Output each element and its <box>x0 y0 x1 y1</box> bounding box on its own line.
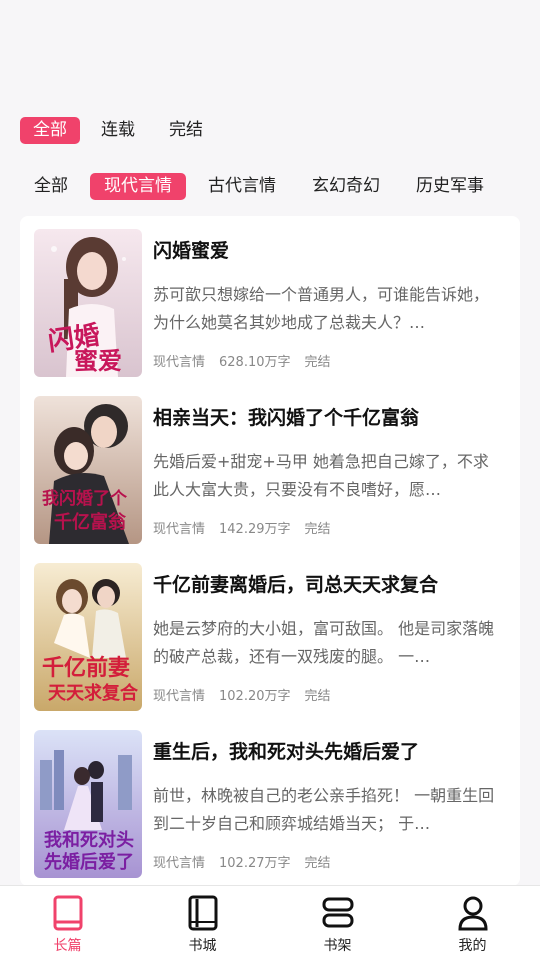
book-item[interactable]: 我闪婚了个 千亿富翁 相亲当天：我闪婚了个千亿富翁 先婚后爱+甜宠+马甲 她着急… <box>20 383 520 549</box>
book-genre: 现代言情 <box>153 522 206 537</box>
book-status: 完结 <box>304 522 331 537</box>
svg-text:蜜爱: 蜜爱 <box>74 346 122 375</box>
svg-text:天天求复合: 天天求复合 <box>48 682 139 704</box>
book-title[interactable]: 闪婚蜜爱 <box>153 238 502 264</box>
book-cover[interactable]: 我和死对头 先婚后爱了 <box>34 730 142 878</box>
svg-text:我闪婚了个: 我闪婚了个 <box>42 488 128 509</box>
book-word-count: 102.20万字 <box>219 689 291 704</box>
genre-tab-ancient-romance[interactable]: 古代言情 <box>194 173 290 200</box>
book-cover[interactable]: 千亿前妻 天天求复合 <box>34 563 142 711</box>
book-item[interactable]: 千亿前妻 天天求复合 千亿前妻离婚后，司总天天求复合 她是云梦府的大小姐，富可敌… <box>20 550 520 716</box>
bottom-tab-bar: 长篇 书城 书架 我的 <box>0 885 540 957</box>
tab-label: 书城 <box>188 938 217 954</box>
book-status: 完结 <box>304 856 331 871</box>
book-title[interactable]: 相亲当天：我闪婚了个千亿富翁 <box>153 405 502 431</box>
tab-profile[interactable]: 我的 <box>405 886 540 957</box>
tab-long-novels[interactable]: 长篇 <box>0 886 135 957</box>
book-cover-image: 千亿前妻 天天求复合 <box>34 563 142 711</box>
book-description: 苏可歆只想嫁给一个普通男人，可谁能告诉她，为什么她莫名其妙地成了总裁夫人？… <box>153 285 490 332</box>
genre-tab-all[interactable]: 全部 <box>20 173 82 200</box>
status-tab-all[interactable]: 全部 <box>20 117 80 144</box>
genre-tab-fantasy[interactable]: 玄幻奇幻 <box>298 173 394 200</box>
book-cover[interactable]: 闪婚 蜜爱 <box>34 229 142 377</box>
book-item[interactable]: 闪婚 蜜爱 闪婚蜜爱 苏可歆只想嫁给一个普通男人，可谁能告诉她，为什么她莫名其妙… <box>20 216 520 382</box>
book-title[interactable]: 重生后，我和死对头先婚后爱了 <box>153 739 502 765</box>
svg-text:千亿前妻: 千亿前妻 <box>42 655 130 681</box>
svg-text:千亿富翁: 千亿富翁 <box>54 511 127 533</box>
book-description: 前世，林晚被自己的老公亲手掐死！ 一朝重生回到二十岁自己和顾弈城结婚当天； 于… <box>153 786 495 833</box>
tab-bookshelf[interactable]: 书架 <box>270 886 405 957</box>
book-word-count: 628.10万字 <box>219 355 291 370</box>
svg-text:先婚后爱了: 先婚后爱了 <box>44 851 134 873</box>
genre-tab-modern-romance[interactable]: 现代言情 <box>90 173 186 200</box>
library-icon <box>186 894 220 932</box>
book-word-count: 142.29万字 <box>219 522 291 537</box>
status-tab-completed[interactable]: 完结 <box>156 117 216 144</box>
tab-label: 书架 <box>323 938 352 954</box>
book-genre: 现代言情 <box>153 355 206 370</box>
book-status: 完结 <box>304 689 331 704</box>
book-item[interactable]: 我和死对头 先婚后爱了 重生后，我和死对头先婚后爱了 前世，林晚被自己的老公亲手… <box>20 717 520 883</box>
svg-text:我和死对头: 我和死对头 <box>44 829 134 851</box>
book-meta: 现代言情 102.20万字 完结 <box>153 685 502 704</box>
book-title[interactable]: 千亿前妻离婚后，司总天天求复合 <box>153 572 502 598</box>
status-tab-serializing[interactable]: 连载 <box>88 117 148 144</box>
book-icon <box>51 894 85 932</box>
genre-filter: 全部 现代言情 古代言情 玄幻奇幻 历史军事 <box>20 173 520 200</box>
book-cover-image: 我闪婚了个 千亿富翁 <box>34 396 142 544</box>
tab-label: 长篇 <box>53 938 82 954</box>
book-genre: 现代言情 <box>153 856 206 871</box>
status-filter: 全部 连载 完结 <box>20 117 224 144</box>
tab-label: 我的 <box>458 938 487 954</box>
book-status: 完结 <box>304 355 331 370</box>
book-list: 闪婚 蜜爱 闪婚蜜爱 苏可歆只想嫁给一个普通男人，可谁能告诉她，为什么她莫名其妙… <box>20 216 520 886</box>
book-description: 先婚后爱+甜宠+马甲 她着急把自己嫁了，不求此人大富大贵，只要没有不良嗜好，愿… <box>153 452 489 499</box>
book-meta: 现代言情 102.27万字 完结 <box>153 852 502 871</box>
bookshelf-icon <box>321 894 355 932</box>
user-icon <box>456 894 490 932</box>
book-meta: 现代言情 628.10万字 完结 <box>153 351 502 370</box>
book-genre: 现代言情 <box>153 689 206 704</box>
book-word-count: 102.27万字 <box>219 856 291 871</box>
genre-tab-history-military[interactable]: 历史军事 <box>402 173 498 200</box>
book-description: 她是云梦府的大小姐，富可敌国。 他是司家落魄的破产总裁，还有一双残废的腿。 一… <box>153 619 495 666</box>
book-cover-image: 我和死对头 先婚后爱了 <box>34 730 142 878</box>
tab-bookstore[interactable]: 书城 <box>135 886 270 957</box>
book-meta: 现代言情 142.29万字 完结 <box>153 518 502 537</box>
book-cover-image: 闪婚 蜜爱 <box>34 229 142 377</box>
book-cover[interactable]: 我闪婚了个 千亿富翁 <box>34 396 142 544</box>
